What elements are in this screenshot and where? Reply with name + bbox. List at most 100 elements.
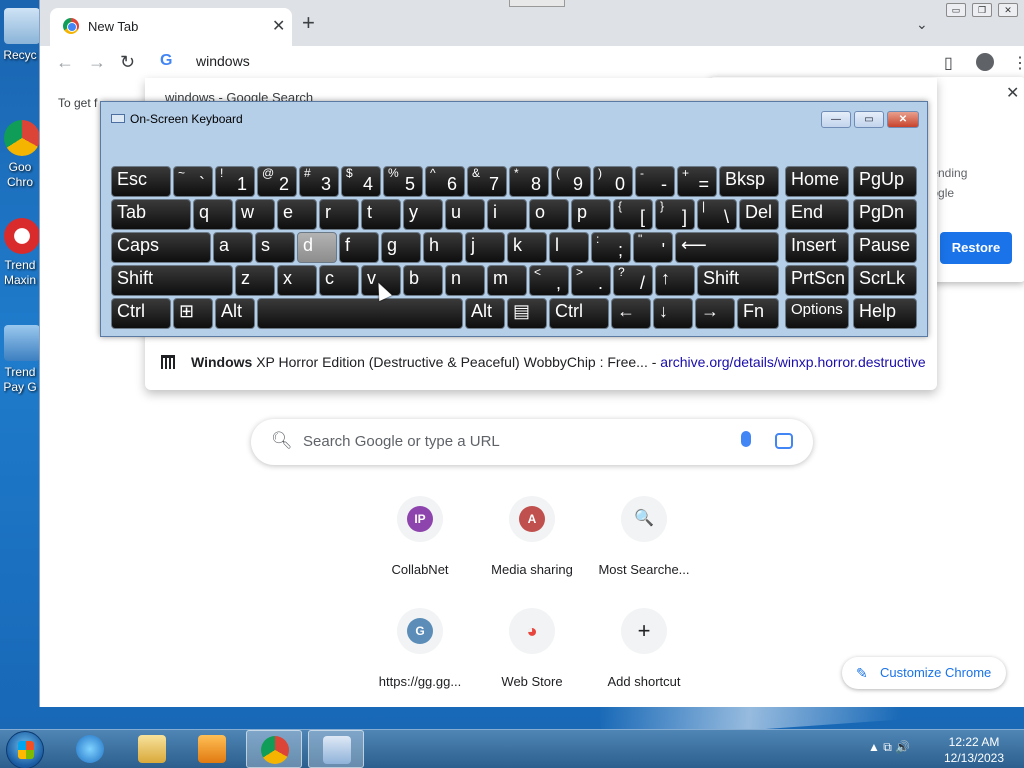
osk-key-\[interactable]: | \ bbox=[697, 199, 737, 230]
osk-key-space[interactable] bbox=[257, 298, 463, 329]
osk-key-k[interactable]: k bbox=[507, 232, 547, 263]
menu-icon[interactable]: ⋮ bbox=[1012, 53, 1024, 73]
osk-key-home[interactable]: Home bbox=[785, 166, 849, 197]
back-icon[interactable]: ← bbox=[56, 52, 74, 73]
osk-key-9[interactable]: (9 bbox=[551, 166, 591, 197]
osk-key-a[interactable]: a bbox=[213, 232, 253, 263]
microphone-icon[interactable] bbox=[741, 431, 751, 447]
osk-key-bksp[interactable]: Bksp bbox=[719, 166, 779, 197]
taskbar-osk[interactable] bbox=[308, 730, 364, 768]
osk-key-o[interactable]: o bbox=[529, 199, 569, 230]
osk-key-alt[interactable]: Alt bbox=[215, 298, 255, 329]
osk-restore-button[interactable]: ▭ bbox=[854, 111, 884, 128]
shortcut-web-store[interactable]: ◕ Web Store bbox=[476, 608, 588, 689]
osk-key-scrlk[interactable]: ScrLk bbox=[853, 265, 917, 296]
osk-key-caps[interactable]: Caps bbox=[111, 232, 211, 263]
address-bar-text[interactable]: windows bbox=[196, 53, 250, 69]
suggestion-archive[interactable]: Windows XP Horror Edition (Destructive &… bbox=[161, 354, 926, 370]
desktop-icon-recycle-bin[interactable]: Recyc bbox=[0, 8, 40, 63]
osk-key-7[interactable]: & 7 bbox=[467, 166, 507, 197]
shortcut-collabnet[interactable]: IP CollabNet bbox=[364, 496, 476, 577]
osk-key-shift[interactable]: Shift bbox=[111, 265, 233, 296]
search-placeholder[interactable]: Search Google or type a URL bbox=[303, 433, 500, 450]
osk-key-help[interactable]: Help bbox=[853, 298, 917, 329]
osk-key-⟵[interactable]: ⟵ bbox=[675, 232, 779, 263]
osk-key-2[interactable]: @2 bbox=[257, 166, 297, 197]
osk-key-fn[interactable]: Fn bbox=[737, 298, 779, 329]
osk-key-[[interactable]: {[ bbox=[613, 199, 653, 230]
osk-key-pgup[interactable]: PgUp bbox=[853, 166, 917, 197]
osk-key-z[interactable]: z bbox=[235, 265, 275, 296]
osk-close-button[interactable]: ✕ bbox=[887, 111, 919, 128]
osk-key-▤[interactable]: ▤ bbox=[507, 298, 547, 329]
shortcut-most-searched[interactable]: 🔍 Most Searche... bbox=[588, 496, 700, 577]
osk-key-h[interactable]: h bbox=[423, 232, 463, 263]
osk-key-s[interactable]: s bbox=[255, 232, 295, 263]
taskbar-explorer[interactable] bbox=[124, 730, 180, 768]
osk-key-m[interactable]: m bbox=[487, 265, 527, 296]
osk-key-d[interactable]: d bbox=[297, 232, 337, 263]
osk-key-j[interactable]: j bbox=[465, 232, 505, 263]
osk-key-ctrl[interactable]: Ctrl bbox=[111, 298, 171, 329]
osk-key-x[interactable]: x bbox=[277, 265, 317, 296]
osk-key-end[interactable]: End bbox=[785, 199, 849, 230]
osk-key-t[interactable]: t bbox=[361, 199, 401, 230]
shortcut-media-sharing[interactable]: A Media sharing bbox=[476, 496, 588, 577]
osk-key-tab[interactable]: Tab bbox=[111, 199, 191, 230]
osk-key-ctrl[interactable]: Ctrl bbox=[549, 298, 609, 329]
osk-key-;[interactable]: :; bbox=[591, 232, 631, 263]
osk-key-⊞[interactable]: ⊞ bbox=[173, 298, 213, 329]
clock[interactable]: 12:22 AM 12/13/2023 bbox=[938, 734, 1010, 766]
osk-key-↑[interactable]: ↑ bbox=[655, 265, 695, 296]
minimize-button[interactable]: ▭ bbox=[946, 3, 966, 17]
google-lens-icon[interactable] bbox=[775, 433, 793, 449]
osk-key-n[interactable]: n bbox=[445, 265, 485, 296]
profile-avatar-icon[interactable] bbox=[976, 53, 994, 71]
osk-key-i[interactable]: i bbox=[487, 199, 527, 230]
osk-key-p[interactable]: p bbox=[571, 199, 611, 230]
osk-key-prtscn[interactable]: PrtScn bbox=[785, 265, 849, 296]
osk-key-r[interactable]: r bbox=[319, 199, 359, 230]
osk-key-u[interactable]: u bbox=[445, 199, 485, 230]
osk-key-w[interactable]: w bbox=[235, 199, 275, 230]
osk-key-pgdn[interactable]: PgDn bbox=[853, 199, 917, 230]
ntp-search-box[interactable]: 🔍︎ Search Google or type a URL bbox=[251, 419, 813, 465]
osk-key-shift[interactable]: Shift bbox=[697, 265, 779, 296]
osk-key-8[interactable]: * 8 bbox=[509, 166, 549, 197]
osk-key-=[interactable]: + = bbox=[677, 166, 717, 197]
osk-key-'[interactable]: " ' bbox=[633, 232, 673, 263]
osk-key-y[interactable]: y bbox=[403, 199, 443, 230]
shortcut-add[interactable]: + Add shortcut bbox=[588, 608, 700, 689]
osk-key-insert[interactable]: Insert bbox=[785, 232, 849, 263]
osk-key-options[interactable]: Options bbox=[785, 298, 849, 329]
osk-key-e[interactable]: e bbox=[277, 199, 317, 230]
desktop-icon-trend-micro[interactable]: Trend Maxin bbox=[0, 218, 40, 288]
tab-close-icon[interactable]: ✕ bbox=[272, 16, 285, 36]
osk-key-c[interactable]: c bbox=[319, 265, 359, 296]
osk-key-5[interactable]: % 5 bbox=[383, 166, 423, 197]
osk-key-→[interactable]: → bbox=[695, 298, 735, 329]
osk-key-←[interactable]: ← bbox=[611, 298, 651, 329]
reload-icon[interactable]: ↻ bbox=[120, 52, 135, 73]
tab-new-tab[interactable]: New Tab ✕ bbox=[50, 8, 292, 46]
osk-key-b[interactable]: b bbox=[403, 265, 443, 296]
osk-key-0[interactable]: ) 0 bbox=[593, 166, 633, 197]
osk-key-6[interactable]: ^ 6 bbox=[425, 166, 465, 197]
start-button[interactable] bbox=[6, 731, 44, 768]
osk-key-alt[interactable]: Alt bbox=[465, 298, 505, 329]
system-tray-icons[interactable]: ▲ ⧉ 🔊 bbox=[868, 740, 910, 755]
osk-key-esc[interactable]: Esc bbox=[111, 166, 171, 197]
osk-key-q[interactable]: q bbox=[193, 199, 233, 230]
desktop-icon-trend-pay-guard[interactable]: Trend Pay G bbox=[0, 325, 40, 395]
osk-key-del[interactable]: Del bbox=[739, 199, 779, 230]
close-window-button[interactable]: ✕ bbox=[998, 3, 1018, 17]
osk-key-g[interactable]: g bbox=[381, 232, 421, 263]
osk-key-/[interactable]: ? / bbox=[613, 265, 653, 296]
osk-key--[interactable]: -- bbox=[635, 166, 675, 197]
osk-key-4[interactable]: $4 bbox=[341, 166, 381, 197]
osk-key-`[interactable]: ~ ` bbox=[173, 166, 213, 197]
osk-key-↓[interactable]: ↓ bbox=[653, 298, 693, 329]
osk-key-.[interactable]: >. bbox=[571, 265, 611, 296]
restore-close-icon[interactable]: ✕ bbox=[1006, 83, 1019, 103]
maximize-button[interactable]: ❐ bbox=[972, 3, 992, 17]
